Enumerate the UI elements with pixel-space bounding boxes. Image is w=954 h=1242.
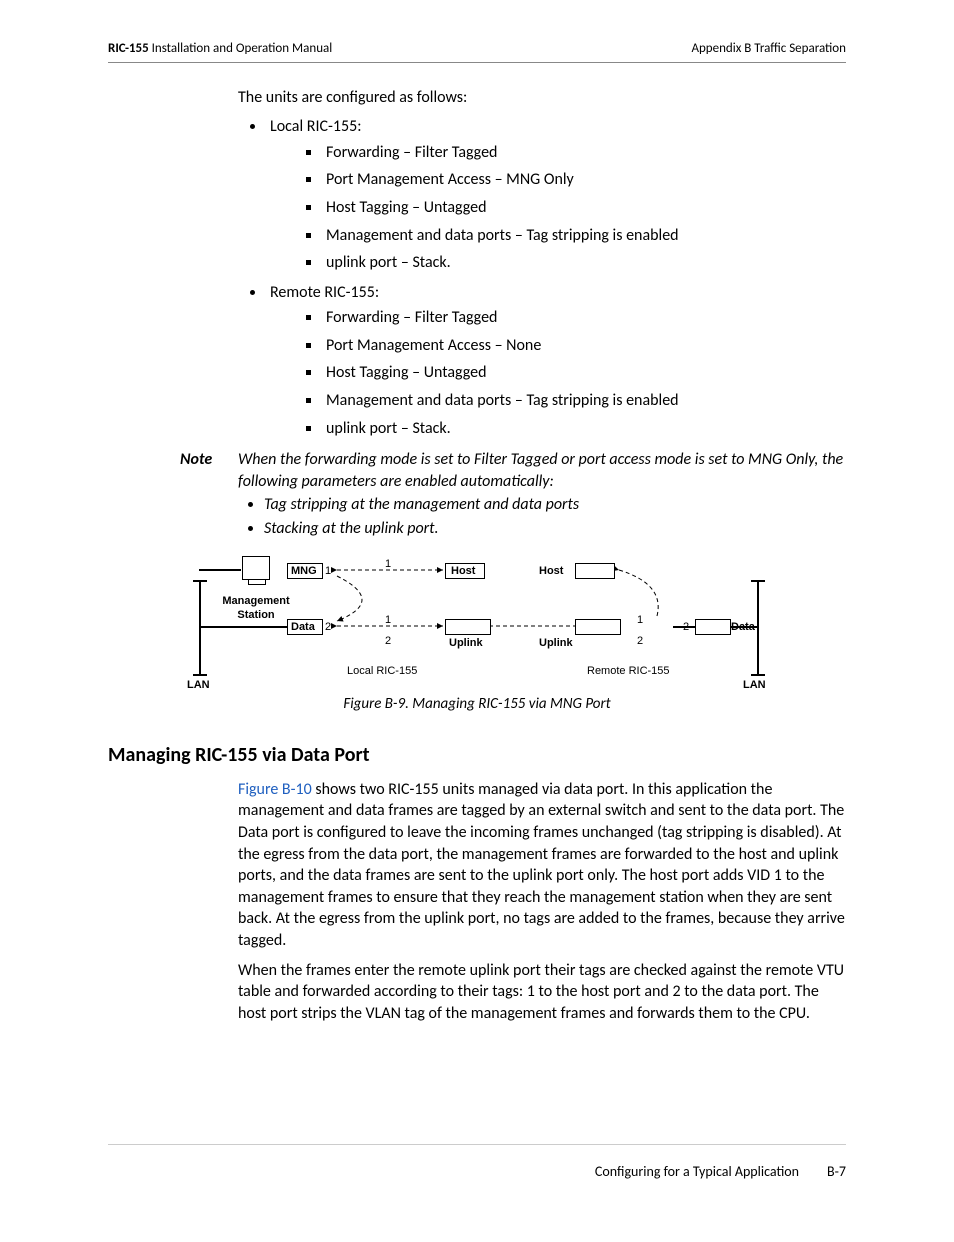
list-item: Host Tagging – Untagged bbox=[322, 197, 846, 219]
remote-heading-item: Remote RIC-155: Forwarding – Filter Tagg… bbox=[266, 282, 846, 440]
local-title: Local RIC-155: bbox=[270, 117, 362, 136]
section-para-2: When the frames enter the remote uplink … bbox=[238, 960, 846, 1025]
footer-page: B-7 bbox=[827, 1163, 846, 1182]
list-item: Host Tagging – Untagged bbox=[322, 362, 846, 384]
list-item: Forwarding – Filter Tagged bbox=[322, 307, 846, 329]
list-item: Port Management Access – MNG Only bbox=[322, 169, 846, 191]
list-item: Management and data ports – Tag strippin… bbox=[322, 225, 846, 247]
line-num: 1 bbox=[385, 558, 391, 570]
port-num: 2 bbox=[683, 620, 689, 635]
product-name: RIC-155 bbox=[108, 41, 149, 56]
list-item: Port Management Access – None bbox=[322, 335, 846, 357]
line-num: 2 bbox=[637, 635, 643, 647]
uplink-port-box-remote bbox=[575, 619, 621, 635]
diagram: LAN LAN Management Station MNG 1 Data 2 … bbox=[187, 556, 767, 686]
remote-list: Forwarding – Filter Tagged Port Manageme… bbox=[270, 307, 846, 439]
host-label: Host bbox=[539, 564, 563, 579]
list-item: uplink port – Stack. bbox=[322, 252, 846, 274]
local-list: Forwarding – Filter Tagged Port Manageme… bbox=[270, 142, 846, 274]
note-label: Note bbox=[180, 449, 238, 541]
line-num: 2 bbox=[385, 635, 391, 647]
list-item: uplink port – Stack. bbox=[322, 418, 846, 440]
header-right: Appendix B Traffic Separation bbox=[691, 40, 846, 58]
manual-title: Installation and Operation Manual bbox=[149, 41, 333, 56]
list-item: Forwarding – Filter Tagged bbox=[322, 142, 846, 164]
uplink-port-box bbox=[445, 619, 491, 635]
remote-caption: Remote RIC-155 bbox=[587, 664, 670, 679]
section-heading: Managing RIC-155 via Data Port bbox=[108, 742, 846, 769]
note-item: Tag stripping at the management and data… bbox=[264, 494, 846, 516]
local-caption: Local RIC-155 bbox=[347, 664, 417, 679]
figure-caption: Figure B-9. Managing RIC-155 via MNG Por… bbox=[108, 694, 846, 714]
figure-b-9: LAN LAN Management Station MNG 1 Data 2 … bbox=[108, 556, 846, 714]
note-block: Note When the forwarding mode is set to … bbox=[108, 449, 846, 541]
data-label: Data bbox=[731, 620, 755, 635]
section-para-1: Figure B-10 shows two RIC-155 units mana… bbox=[238, 779, 846, 952]
footer-text: Configuring for a Typical Application bbox=[595, 1163, 799, 1182]
page-footer: Configuring for a Typical Application B-… bbox=[108, 1144, 846, 1182]
header-left: RIC-155 Installation and Operation Manua… bbox=[108, 40, 332, 58]
line-num: 1 bbox=[385, 614, 391, 626]
host-port-box-remote bbox=[575, 563, 615, 579]
note-lead: When the forwarding mode is set to Filte… bbox=[238, 450, 843, 491]
note-body: When the forwarding mode is set to Filte… bbox=[238, 449, 846, 541]
uplink-label: Uplink bbox=[539, 636, 573, 651]
remote-title: Remote RIC-155: bbox=[270, 283, 379, 302]
uplink-label: Uplink bbox=[449, 636, 483, 651]
para1-text: shows two RIC-155 units managed via data… bbox=[238, 780, 845, 950]
host-label: Host bbox=[451, 564, 475, 579]
line-num: 1 bbox=[637, 614, 643, 626]
list-item: Management and data ports – Tag strippin… bbox=[322, 390, 846, 412]
note-item: Stacking at the uplink port. bbox=[264, 518, 846, 540]
data-port-box-remote bbox=[695, 619, 731, 635]
local-heading-item: Local RIC-155: Forwarding – Filter Tagge… bbox=[266, 116, 846, 274]
page-header: RIC-155 Installation and Operation Manua… bbox=[108, 40, 846, 63]
config-intro: The units are configured as follows: bbox=[238, 87, 846, 109]
figure-link[interactable]: Figure B-10 bbox=[238, 780, 312, 799]
